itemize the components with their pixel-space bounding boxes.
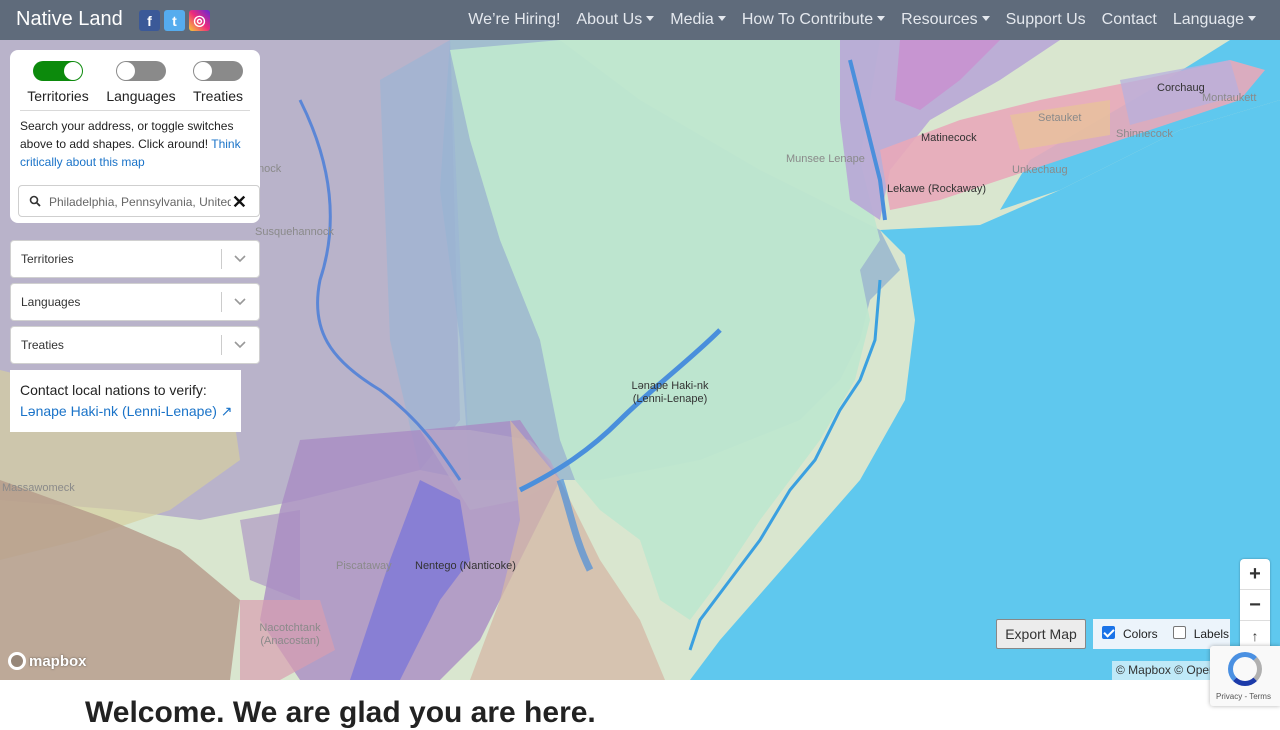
map-label-nacotchtank: Nacotchtank (Anacostan): [259, 622, 321, 647]
switch-knob: [194, 62, 212, 80]
select-label: Treaties: [21, 338, 64, 352]
languages-switch[interactable]: [116, 61, 166, 81]
chevron-down-icon: [234, 255, 246, 263]
recaptcha-terms[interactable]: Privacy - Terms: [1216, 692, 1271, 701]
map-label-matinecock: Matinecock: [921, 132, 977, 144]
labels-label: Labels: [1193, 627, 1230, 641]
toggle-languages[interactable]: Languages: [101, 58, 181, 104]
mapbox-icon: [8, 652, 26, 670]
toggle-treaties[interactable]: Treaties: [178, 58, 258, 104]
top-navbar: Native Land f t ◎ We’re Hiring! About Us…: [0, 0, 1280, 40]
mapbox-logo[interactable]: mapbox: [8, 652, 87, 670]
map-label-nentego: Nentego (Nanticoke): [415, 560, 516, 572]
zoom-controls: + − ↑: [1240, 559, 1270, 651]
welcome-heading: Welcome. We are glad you are here.: [85, 696, 596, 729]
map-label-piscataway: Piscataway: [336, 560, 392, 572]
switch-knob: [64, 62, 82, 80]
layer-control-panel: Territories Languages Treaties Search yo…: [10, 50, 260, 223]
nav-links: We’re Hiring! About Us Media How To Cont…: [468, 0, 1256, 40]
nav-link-contribute[interactable]: How To Contribute: [742, 11, 885, 29]
search-input[interactable]: [49, 191, 231, 213]
zoom-in-button[interactable]: +: [1240, 559, 1270, 589]
export-map-button[interactable]: Export Map: [996, 619, 1086, 649]
map-label-munsee: Munsee Lenape: [786, 153, 865, 165]
instagram-icon[interactable]: ◎: [189, 10, 210, 31]
map-label-unkechaug: Unkechaug: [1012, 164, 1068, 176]
toggle-label-treaties: Treaties: [192, 88, 244, 104]
select-separator: [221, 249, 222, 269]
toggle-label-languages: Languages: [106, 88, 176, 104]
lenape-link[interactable]: Lənape Haki-nk (Lenni-Lenape) ↗: [20, 403, 233, 420]
territories-select[interactable]: Territories: [10, 240, 260, 278]
zoom-out-button[interactable]: −: [1240, 590, 1270, 620]
toggle-territories[interactable]: Territories: [18, 58, 98, 104]
chevron-down-icon: [234, 341, 246, 349]
map-options: Colors Labels: [1093, 619, 1230, 649]
territories-switch[interactable]: [33, 61, 83, 81]
map-label-nock: nock: [258, 163, 282, 175]
map-label-montaukett: Montaukett: [1202, 92, 1257, 104]
select-separator: [221, 335, 222, 355]
social-links: f t ◎: [139, 10, 210, 31]
help-text: Search your address, or toggle switches …: [20, 117, 252, 171]
map-label-susquehannock: Susquehannock: [255, 226, 334, 238]
select-label: Territories: [21, 252, 74, 266]
treaties-switch[interactable]: [193, 61, 243, 81]
facebook-icon[interactable]: f: [139, 10, 160, 31]
map-label-lekawe: Lekawe (Rockaway): [887, 183, 987, 195]
nav-link-about[interactable]: About Us: [576, 11, 654, 29]
map-label-corchaug: Corchaug: [1157, 82, 1205, 94]
labels-checkbox[interactable]: [1172, 626, 1186, 639]
nav-link-support[interactable]: Support Us: [1006, 11, 1086, 29]
verify-title: Contact local nations to verify:: [20, 382, 207, 398]
verify-box: Contact local nations to verify: Lənape …: [10, 370, 241, 432]
mapbox-wordmark: mapbox: [29, 652, 87, 670]
nav-link-hiring[interactable]: We’re Hiring!: [468, 11, 560, 29]
colors-label: Colors: [1123, 627, 1158, 641]
nav-link-resources[interactable]: Resources: [901, 11, 989, 29]
select-label: Languages: [21, 295, 81, 309]
map-label-massawomeck: Massawomeck: [2, 482, 75, 494]
nav-link-media[interactable]: Media: [670, 11, 726, 29]
panel-divider: [20, 110, 250, 111]
treaties-select[interactable]: Treaties: [10, 326, 260, 364]
help-text-body: Search your address, or toggle switches …: [20, 119, 234, 151]
languages-select[interactable]: Languages: [10, 283, 260, 321]
nav-link-contact[interactable]: Contact: [1102, 11, 1157, 29]
site-brand[interactable]: Native Land: [16, 8, 123, 31]
recaptcha-badge[interactable]: Privacy - Terms: [1210, 646, 1280, 706]
toggle-label-territories: Territories: [27, 88, 89, 104]
map-label-shinnecock: Shinnecock: [1116, 128, 1173, 140]
switch-knob: [117, 62, 135, 80]
colors-checkbox[interactable]: [1102, 626, 1115, 639]
nav-link-language[interactable]: Language: [1173, 11, 1256, 29]
select-separator: [221, 292, 222, 312]
chevron-down-icon: [234, 298, 246, 306]
address-search: ✕: [18, 185, 260, 217]
clear-icon[interactable]: ✕: [232, 193, 247, 211]
twitter-icon[interactable]: t: [164, 10, 185, 31]
map-label-lenape: Lənape Haki-nk (Lenni-Lenape): [631, 380, 709, 405]
search-icon: [29, 195, 41, 207]
layer-toggles: Territories Languages Treaties: [10, 58, 260, 110]
recaptcha-icon: [1228, 652, 1262, 686]
map-label-setauket: Setauket: [1038, 112, 1082, 124]
